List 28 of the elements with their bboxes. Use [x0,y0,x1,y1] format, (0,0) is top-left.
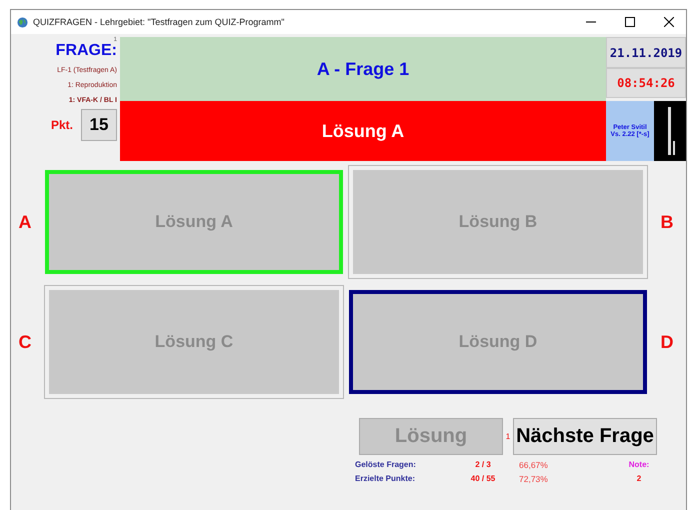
counter-text: 1 [504,432,512,441]
answer-letter: D [660,332,674,352]
points-label: Pkt. [50,118,73,132]
time-display: 08:54:26 [606,68,686,98]
question-heading: FRAGE: [56,43,117,59]
stat-percent: 72,73% [519,474,549,484]
points-value: 15 [81,109,117,141]
stat-label: Gelöste Fragen: [355,460,417,470]
grade-label: Note: [628,460,650,470]
date-display: 21.11.2019 [606,37,686,68]
next-question-button[interactable]: Nächste Frage [513,418,657,455]
logo-icon [654,101,686,161]
maximize-icon [625,17,635,27]
answer-letter: C [18,332,32,352]
stat-percent: 66,67% [519,460,549,470]
answer-letter: A [18,212,32,232]
stat-value: 2 / 3 [474,460,492,470]
answer-letter: B [660,212,674,232]
solution-banner: Lösung A [120,101,606,161]
stat-label: Erzielte Punkte: [355,474,416,484]
question-banner: A - Frage 1 [120,37,606,101]
grade-value: 2 [636,474,642,484]
globe-icon [17,16,28,28]
answer-button[interactable]: Lösung D [349,290,647,394]
answer-button[interactable]: Lösung A [45,170,343,274]
stat-value: 40 / 55 [470,474,496,484]
close-icon [664,17,674,27]
window-title: QUIZFRAGEN - Lehrgebiet: "Testfragen zum QUIZ-Programm" [33,17,286,27]
